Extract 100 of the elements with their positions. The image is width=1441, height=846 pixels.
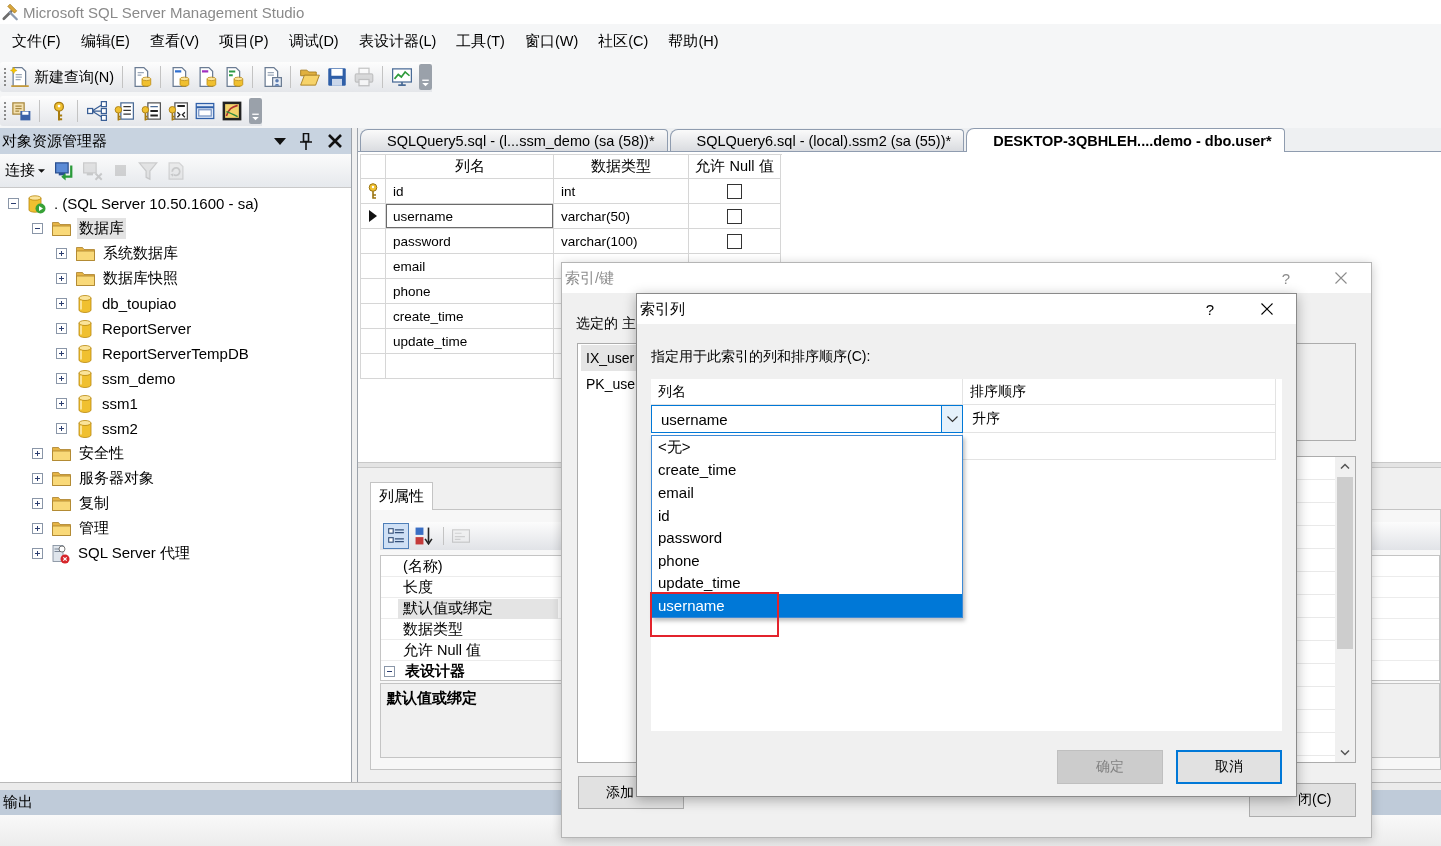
menu-item[interactable]: 工具(T) [446,28,515,54]
combo-box[interactable]: username [651,405,963,433]
menu-item[interactable]: 编辑(E) [70,28,140,54]
tree-item[interactable]: ssm2 [100,419,140,438]
chevron-down-icon[interactable] [941,406,962,432]
tab[interactable]: DESKTOP-3QBHLEH....demo - dbo.user* [966,128,1285,152]
tree-item[interactable]: 管理 [77,518,111,539]
expand-icon[interactable] [56,248,67,259]
tree-item[interactable]: ssm1 [100,394,140,413]
key-document-icon[interactable] [140,101,161,121]
scrollbar-thumb[interactable] [1337,477,1353,649]
property-name[interactable]: 数据类型 [398,619,558,640]
expand-icon[interactable] [32,523,43,534]
dropdown-item[interactable]: id [652,503,962,527]
pin-icon[interactable] [300,132,312,150]
menu-item[interactable]: 项目(P) [209,28,279,54]
database-document-icon[interactable] [196,67,217,87]
property-name[interactable]: (名称) [398,556,558,577]
scroll-down-icon[interactable] [1340,750,1350,756]
tree-item[interactable]: 数据库快照 [101,268,180,289]
tab[interactable]: SQLQuery6.sql - (local).ssm2 (sa (55))* [669,129,965,151]
checkbox[interactable] [727,208,742,224]
dropdown-item[interactable]: <无> [652,436,962,459]
toolbar-grip[interactable] [3,67,7,87]
expand-icon[interactable] [32,548,43,559]
dropdown-item[interactable]: username [652,594,962,617]
database-document-icon[interactable] [169,67,190,87]
script-save-icon[interactable] [10,101,31,121]
expand-icon[interactable] [56,273,67,284]
dropdown-item[interactable]: phone [652,548,962,572]
document-icon[interactable] [261,67,282,87]
dropdown-item[interactable]: password [652,526,962,549]
chart-monitor-icon[interactable] [391,67,412,87]
expand-icon[interactable] [56,323,67,334]
property-name[interactable]: 允许 Null 值 [398,640,558,661]
help-button[interactable]: ? [1205,300,1214,318]
collapse-icon[interactable] [8,198,19,209]
expand-icon[interactable] [32,448,43,459]
key-document-icon[interactable] [167,101,188,121]
dialog-button[interactable]: 取消 [1176,750,1282,784]
dropdown-item[interactable]: email [652,481,962,504]
menu-item[interactable]: 社区(C) [588,28,659,54]
table-icon[interactable] [194,101,215,121]
server-connect-icon[interactable] [55,160,75,181]
tree-item[interactable]: . (SQL Server 10.50.1600 - sa) [52,194,261,213]
database-document-icon[interactable] [131,67,152,87]
scroll-up-icon[interactable] [1340,463,1350,469]
tree-item[interactable]: 复制 [77,493,111,514]
dropdown-icon[interactable] [274,137,286,145]
collapse-icon[interactable] [384,666,395,677]
expand-icon[interactable] [56,423,67,434]
expand-icon[interactable] [56,348,67,359]
overflow-icon[interactable] [419,64,433,90]
scrollbar[interactable] [1335,457,1355,762]
close-icon[interactable] [328,134,342,148]
menu-item[interactable]: 查看(V) [139,28,210,54]
toolbar-grip[interactable] [3,101,7,121]
tree-item[interactable]: db_toupiao [100,294,179,313]
collapse-icon[interactable] [32,223,43,234]
property-name[interactable]: 默认值或绑定 [398,598,558,619]
menu-item[interactable]: 表设计器(L) [348,28,447,54]
tree-item[interactable]: 服务器对象 [77,468,156,489]
tab[interactable]: SQLQuery5.sql - (l...ssm_demo (sa (58))* [360,129,668,151]
property-name[interactable]: 长度 [398,577,558,598]
relationship-icon[interactable] [86,101,107,121]
folder-icon [76,246,95,261]
save-icon[interactable] [326,67,347,87]
expand-icon[interactable] [56,298,67,309]
expand-icon[interactable] [56,373,67,384]
tree-item[interactable]: 数据库 [77,218,126,239]
menu-item[interactable]: 帮助(H) [658,28,729,54]
close-icon[interactable] [1261,303,1273,315]
open-folder-icon[interactable] [299,67,320,87]
expand-icon[interactable] [32,498,43,509]
overflow-icon[interactable] [249,98,262,124]
checkbox[interactable] [727,233,742,249]
menu-item[interactable]: 文件(F) [2,28,71,54]
tab[interactable]: 列属性 [370,482,433,510]
expand-icon[interactable] [56,398,67,409]
tree-item[interactable]: 系统数据库 [101,243,180,264]
tree-item[interactable]: ssm_demo [100,369,178,388]
categorized-button[interactable] [383,523,409,549]
tree-item[interactable]: ReportServerTempDB [100,344,251,363]
key-list-icon[interactable] [113,101,134,121]
database-document-icon[interactable] [223,67,244,87]
table-cell: varchar(100) [554,229,689,254]
connect-button[interactable]: 连接 [5,161,47,180]
tree-item[interactable]: 安全性 [77,443,126,464]
dropdown-item[interactable]: update_time [652,571,962,595]
tree-item[interactable]: SQL Server 代理 [76,543,192,564]
menu-item[interactable]: 窗口(W) [514,28,589,54]
dropdown-item[interactable]: create_time [652,458,962,482]
category-label[interactable]: 表设计器 [403,662,467,680]
chart-tile-icon[interactable] [221,101,242,121]
expand-icon[interactable] [32,473,43,484]
row-header[interactable] [361,204,386,229]
new-query-button[interactable]: 新建查询(N) [10,67,118,87]
menu-item[interactable]: 调试(D) [278,28,349,54]
checkbox[interactable] [727,183,742,199]
tree-item[interactable]: ReportServer [100,319,194,338]
